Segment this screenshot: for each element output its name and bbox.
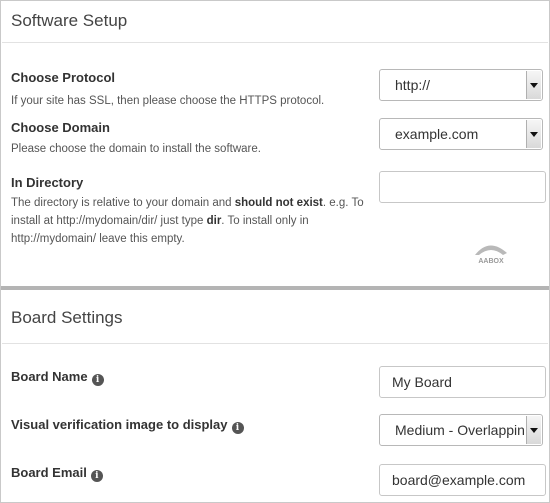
board-email-label: Board Email i xyxy=(11,465,103,482)
directory-input[interactable] xyxy=(379,171,546,203)
software-setup-title: Software Setup xyxy=(11,11,128,30)
board-name-input-value: My Board xyxy=(392,374,452,390)
aabox-logo-text: AABOX xyxy=(478,258,504,265)
software-setup-header: Software Setup xyxy=(2,1,548,43)
choose-protocol-description: If your site has SSL, then please choose… xyxy=(11,95,325,107)
chevron-down-icon[interactable] xyxy=(526,120,541,148)
domain-select[interactable]: example.com xyxy=(379,118,543,150)
board-email-input[interactable]: board@example.com xyxy=(379,464,546,496)
chevron-down-icon[interactable] xyxy=(526,416,541,444)
choose-domain-description: Please choose the domain to install the … xyxy=(11,143,261,155)
directory-desc-text-1: The directory is relative to your domain… xyxy=(11,197,235,209)
visual-verification-select[interactable]: Medium - Overlapping xyxy=(379,414,543,446)
board-settings-title: Board Settings xyxy=(11,308,123,327)
board-name-input[interactable]: My Board xyxy=(379,366,546,398)
board-name-label-text: Board Name xyxy=(11,369,88,384)
protocol-select[interactable]: http:// xyxy=(379,69,543,101)
chevron-down-icon[interactable] xyxy=(526,71,541,99)
board-email-input-value: board@example.com xyxy=(392,472,526,488)
board-name-label: Board Name i xyxy=(11,369,104,386)
info-icon[interactable]: i xyxy=(231,422,244,434)
protocol-select-value: http:// xyxy=(395,77,431,93)
visual-verification-label: Visual verification image to display i xyxy=(11,417,244,434)
visual-verification-label-text: Visual verification image to display xyxy=(11,417,228,432)
choose-protocol-label: Choose Protocol xyxy=(11,70,116,85)
in-directory-label: In Directory xyxy=(11,175,84,190)
visual-verification-select-value: Medium - Overlapping xyxy=(395,422,525,438)
choose-domain-label: Choose Domain xyxy=(11,120,110,135)
aabox-logo: AABOX xyxy=(467,239,515,265)
info-icon[interactable]: i xyxy=(91,374,104,386)
info-icon[interactable]: i xyxy=(90,470,103,482)
board-settings-header: Board Settings xyxy=(2,290,548,344)
board-email-label-text: Board Email xyxy=(11,465,87,480)
directory-desc-bold-1: should not exist xyxy=(234,197,323,209)
domain-select-value: example.com xyxy=(395,126,479,142)
in-directory-description: The directory is relative to your domain… xyxy=(11,194,379,248)
aabox-logo-icon: AABOX xyxy=(475,245,507,265)
settings-panel: Software Setup Choose Protocol If your s… xyxy=(0,0,550,503)
directory-desc-bold-2: dir xyxy=(206,215,222,227)
